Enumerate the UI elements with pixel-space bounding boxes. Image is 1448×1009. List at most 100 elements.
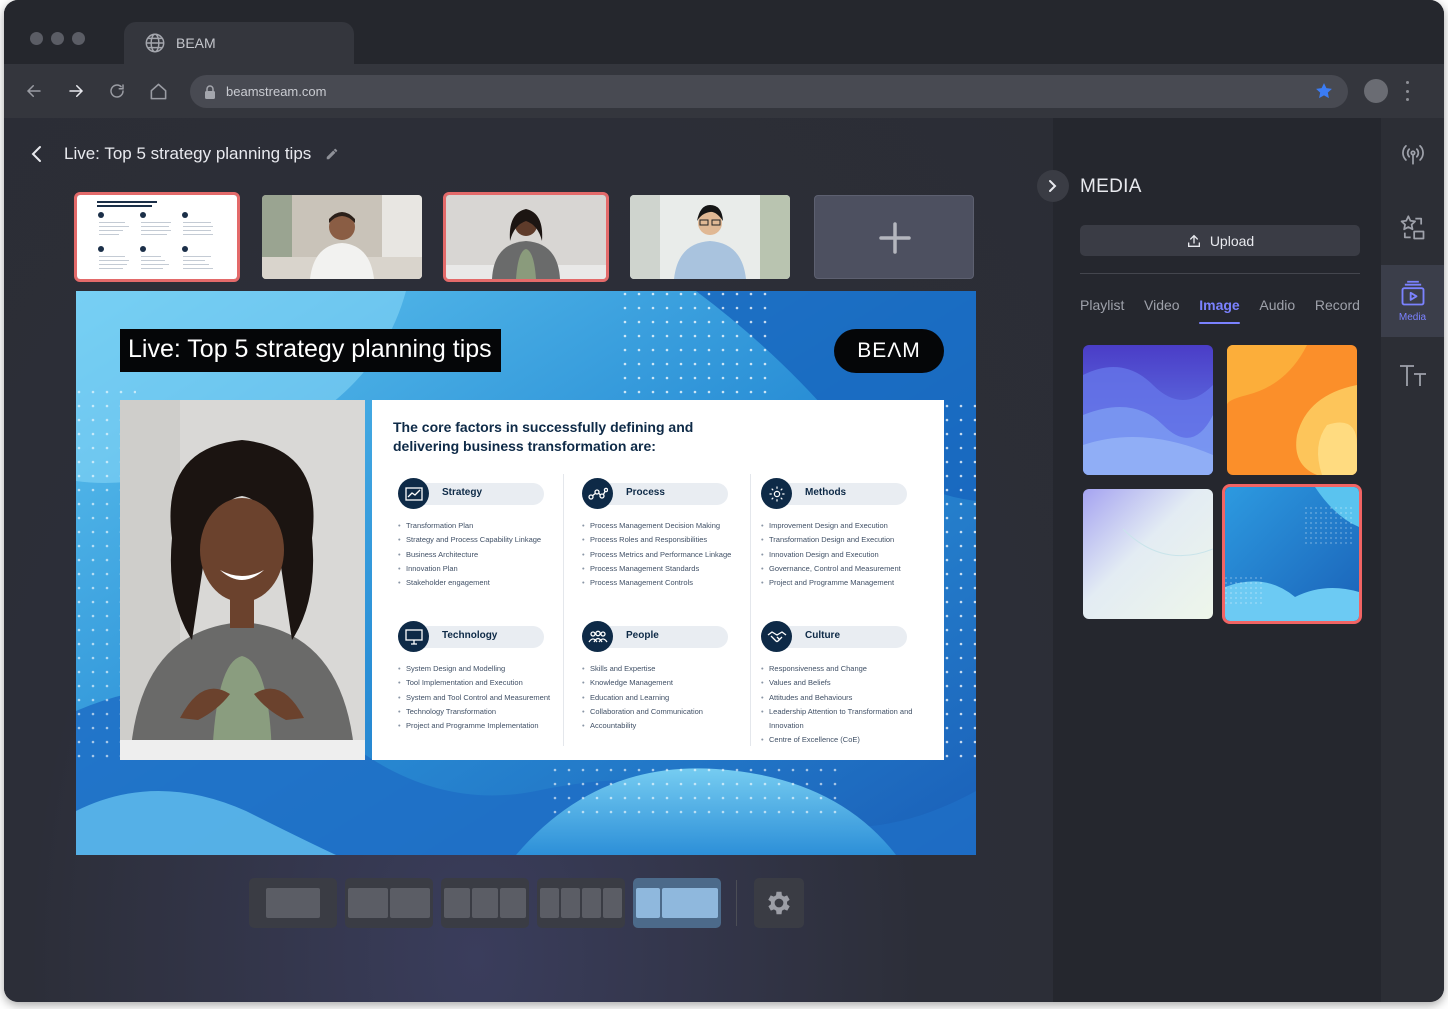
scene-thumb-presenter-1[interactable] [262, 195, 422, 279]
background-tile-pastel[interactable] [1083, 489, 1213, 619]
add-scene-button[interactable] [814, 195, 974, 279]
factor-strategy: Strategy Transformation Plan Strategy an… [398, 478, 566, 591]
forward-button[interactable] [63, 78, 89, 104]
back-chevron-icon[interactable] [30, 145, 44, 163]
media-tabs: Playlist Video Image Audio Record [1080, 297, 1360, 324]
factor-item: Values and Beliefs [761, 676, 929, 691]
profile-avatar[interactable] [1364, 79, 1388, 103]
browser-menu-icon[interactable] [1402, 81, 1412, 101]
monitor-icon [398, 621, 429, 652]
chart-icon [398, 478, 429, 509]
collapse-panel-button[interactable] [1037, 170, 1069, 202]
layout-solo-button[interactable] [249, 878, 337, 928]
browser-toolbar: beamstream.com [4, 64, 1444, 118]
reload-icon [110, 84, 124, 98]
back-button[interactable] [21, 78, 47, 104]
slide-document: The core factors in successfully definin… [372, 400, 944, 760]
handshake-icon [761, 621, 792, 652]
scene-thumb-presenter-2[interactable] [443, 192, 609, 282]
factor-item: Attitudes and Behaviours [761, 691, 929, 706]
factor-item: Skills and Expertise [582, 662, 750, 677]
factor-item: Project and Programme Implementation [398, 719, 566, 734]
factor-name: People [626, 630, 659, 641]
tab-audio[interactable]: Audio [1259, 297, 1295, 313]
scene-thumb-presenter-3[interactable] [630, 195, 790, 279]
stage-preview[interactable]: Live: Top 5 strategy planning tips BEΛM [76, 291, 976, 855]
factor-item: Process Management Controls [582, 576, 750, 591]
chevron-right-icon [1049, 180, 1057, 192]
factor-name: Culture [805, 630, 840, 641]
tab-record[interactable]: Record [1315, 297, 1360, 313]
factor-item: Improvement Design and Execution [761, 519, 929, 534]
broadcast-icon [1401, 145, 1424, 165]
doc-heading: The core factors in successfully definin… [393, 419, 694, 454]
panel-title: MEDIA [1080, 176, 1142, 197]
edit-pencil-icon[interactable] [325, 147, 339, 161]
background-tile-blue-selected[interactable] [1222, 484, 1362, 624]
plus-icon [879, 222, 911, 254]
factor-item: Transformation Design and Execution [761, 533, 929, 548]
upload-button[interactable]: Upload [1080, 225, 1360, 256]
factor-item: Business Architecture [398, 548, 566, 563]
factor-name: Methods [805, 487, 847, 498]
tab-playlist[interactable]: Playlist [1080, 297, 1124, 313]
beam-logo: BEΛM [834, 329, 944, 373]
window-controls[interactable] [30, 32, 85, 45]
text-size-icon [1399, 365, 1426, 386]
presenter-video [120, 400, 365, 760]
factor-item: Collaboration and Communication [582, 705, 750, 720]
factor-item: System Design and Modelling [398, 662, 566, 677]
background-tile-orange[interactable] [1227, 345, 1357, 475]
media-panel: MEDIA Upload Playlist Video Image Audio … [1037, 118, 1381, 1002]
rail-elements[interactable] [1381, 192, 1444, 264]
factor-methods: Methods Improvement Design and Execution… [761, 478, 929, 591]
factor-item: Innovation Design and Execution [761, 548, 929, 563]
factor-people: People Skills and Expertise Knowledge Ma… [582, 621, 750, 734]
address-bar[interactable]: beamstream.com [190, 75, 1348, 108]
people-icon [582, 621, 613, 652]
stage-title-banner: Live: Top 5 strategy planning tips [120, 329, 501, 372]
factor-name: Process [626, 487, 665, 498]
home-icon [150, 83, 166, 99]
factor-process: Process Process Management Decision Maki… [582, 478, 750, 591]
rail-broadcast[interactable] [1381, 118, 1444, 190]
factor-culture: Culture Responsiveness and Change Values… [761, 621, 929, 748]
factor-name: Strategy [442, 487, 483, 498]
factor-item: Process Management Standards [582, 562, 750, 577]
stream-settings-button[interactable] [754, 878, 804, 928]
layout-sidebar-button[interactable] [633, 878, 721, 928]
layout-three-button[interactable] [441, 878, 529, 928]
gear-icon [768, 891, 790, 915]
factor-item: Education and Learning [582, 691, 750, 706]
background-tile-purple[interactable] [1083, 345, 1213, 475]
layout-two-button[interactable] [345, 878, 433, 928]
network-icon [582, 478, 613, 509]
home-button[interactable] [145, 78, 171, 104]
layout-four-button[interactable] [537, 878, 625, 928]
browser-tab[interactable]: BEAM [124, 22, 354, 64]
factor-item: Centre of Excellence (CoE) [761, 733, 929, 748]
rail-text[interactable] [1381, 340, 1444, 412]
scene-thumb-document[interactable] [74, 192, 240, 282]
stream-title-row: Live: Top 5 strategy planning tips [30, 144, 339, 164]
upload-label: Upload [1209, 232, 1255, 249]
rail-media[interactable]: Media [1381, 265, 1444, 337]
tab-image[interactable]: Image [1199, 297, 1241, 324]
tab-video[interactable]: Video [1144, 297, 1180, 313]
bookmark-star-icon[interactable] [1314, 81, 1334, 104]
reload-button[interactable] [104, 78, 130, 104]
lock-icon [205, 84, 215, 99]
media-icon [1401, 280, 1424, 305]
browser-window: BEAM beamstream.com Live: Top 5 strategy… [4, 0, 1444, 1002]
factor-item: System and Tool Control and Measurement [398, 691, 566, 706]
browser-tabbar: BEAM [4, 0, 1444, 64]
factor-item: Accountability [582, 719, 750, 734]
factor-item: Project and Programme Management [761, 576, 929, 591]
factor-item: Process Management Decision Making [582, 519, 750, 534]
stream-title: Live: Top 5 strategy planning tips [64, 144, 312, 163]
factor-technology: Technology System Design and Modelling T… [398, 621, 566, 734]
globe-icon [145, 33, 165, 53]
arrow-left-icon [26, 85, 41, 97]
shapes-icon [1400, 215, 1424, 240]
upload-icon [1187, 234, 1200, 247]
